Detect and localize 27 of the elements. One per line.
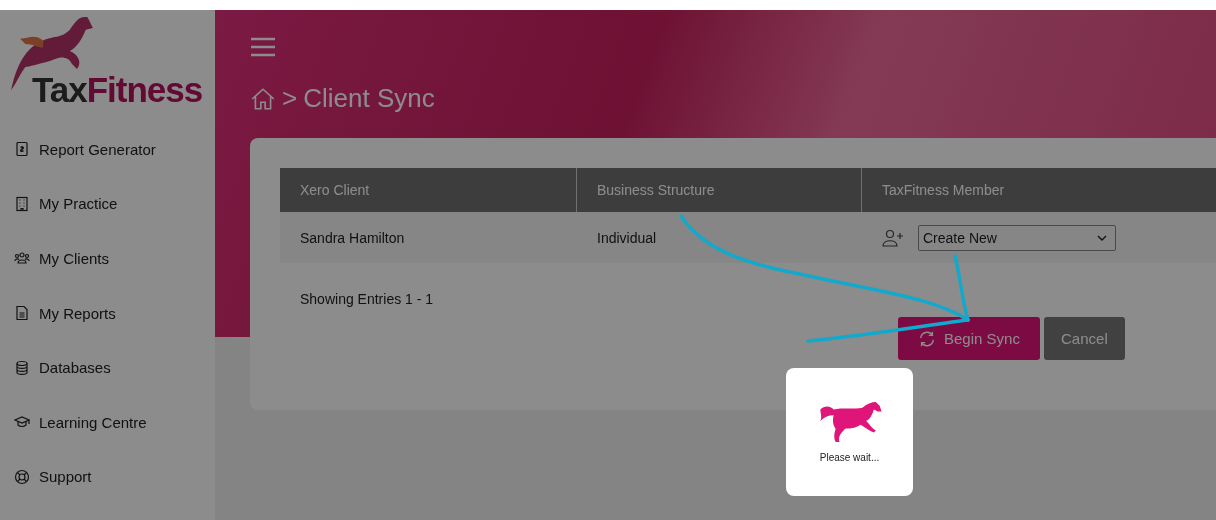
menu-icon[interactable] <box>250 37 276 57</box>
sidebar-item[interactable]: My Reports <box>39 304 116 322</box>
member-dropdown[interactable]: Create New <box>918 224 1116 251</box>
page-title: Client Sync <box>303 83 435 114</box>
sidebar-item[interactable]: Learning Centre <box>39 413 147 431</box>
document-icon <box>14 305 30 322</box>
sync-icon <box>918 329 936 348</box>
people-icon <box>14 250 30 267</box>
breadcrumb-separator: > <box>282 83 298 114</box>
table-cell: Sandra Hamilton <box>300 229 405 246</box>
sidebar-item[interactable]: Databases <box>39 359 111 377</box>
sidebar-item[interactable]: Support <box>39 468 92 486</box>
taxfitness-logo: TaxFitness <box>0 10 215 110</box>
lifebuoy-icon <box>14 468 30 485</box>
loading-message: Please wait... <box>819 452 880 463</box>
sidebar-item[interactable]: Report Generator <box>39 140 156 158</box>
add-user-icon <box>882 228 904 247</box>
entries-count: Showing Entries 1 - 1 <box>300 291 434 307</box>
building-icon <box>14 195 30 212</box>
sidebar-item[interactable]: My Practice <box>39 195 118 213</box>
caret-icon <box>1097 234 1107 241</box>
begin-sync-button[interactable]: Begin Sync <box>898 317 1040 360</box>
cancel-button[interactable]: Cancel <box>1043 317 1125 360</box>
database-icon <box>14 359 30 376</box>
table-cell: Individual <box>597 229 657 246</box>
sidebar-item[interactable]: My Clients <box>39 250 109 267</box>
receipt-icon <box>14 141 30 158</box>
